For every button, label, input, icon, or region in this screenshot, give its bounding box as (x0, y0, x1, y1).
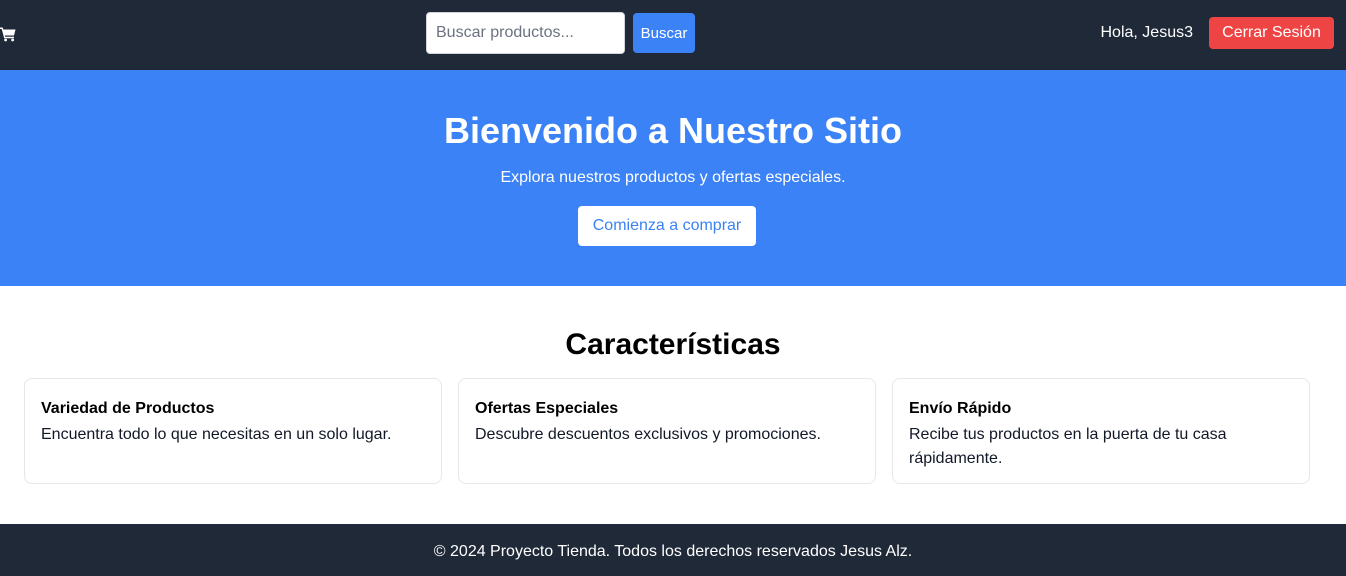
feature-description: Descubre descuentos exclusivos y promoci… (475, 426, 821, 443)
navbar: Buscar Hola, Jesus3 Cerrar Sesión (0, 0, 1346, 70)
logout-button[interactable]: Cerrar Sesión (1209, 17, 1334, 49)
feature-description: Encuentra todo lo que necesitas en un so… (41, 426, 392, 443)
hero-subtitle: Explora nuestros productos y ofertas esp… (500, 169, 846, 186)
feature-card-shipping: Envío Rápido Recibe tus productos en la … (892, 378, 1310, 484)
feature-title: Ofertas Especiales (475, 400, 619, 417)
search-input[interactable] (426, 12, 625, 54)
shopping-cart-icon[interactable] (0, 26, 16, 42)
user-greeting: Hola, Jesus3 (1100, 24, 1194, 41)
search-button[interactable]: Buscar (633, 13, 695, 53)
feature-title: Variedad de Productos (41, 400, 215, 417)
feature-card-offers: Ofertas Especiales Descubre descuentos e… (458, 378, 876, 484)
start-shopping-button[interactable]: Comienza a comprar (578, 206, 756, 246)
feature-title: Envío Rápido (909, 400, 1012, 417)
features-heading: Características (565, 328, 781, 361)
footer: © 2024 Proyecto Tienda. Todos los derech… (0, 524, 1346, 576)
feature-description: Recibe tus productos en la puerta de tu … (909, 426, 1227, 467)
feature-card-variety: Variedad de Productos Encuentra todo lo … (24, 378, 442, 484)
hero-banner: Bienvenido a Nuestro Sitio Explora nuest… (0, 70, 1346, 286)
footer-copyright: © 2024 Proyecto Tienda. Todos los derech… (433, 543, 913, 560)
hero-title: Bienvenido a Nuestro Sitio (443, 110, 903, 151)
